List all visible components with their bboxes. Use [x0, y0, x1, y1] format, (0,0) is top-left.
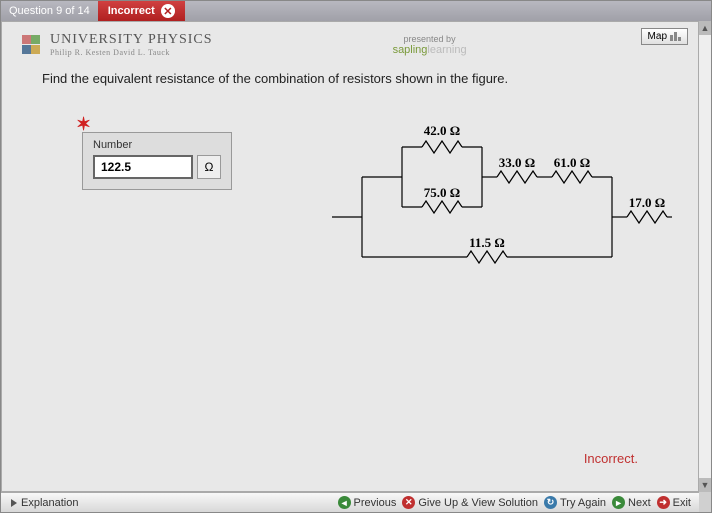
r-17-label: 17.0 Ω — [629, 195, 665, 210]
scroll-up-icon[interactable]: ▲ — [699, 21, 711, 35]
answer-input[interactable] — [93, 155, 193, 179]
next-button[interactable]: ► Next — [612, 496, 651, 509]
question-counter: Question 9 of 14 — [1, 5, 98, 17]
triangle-icon — [11, 499, 17, 507]
tryagain-label: Try Again — [560, 497, 606, 509]
tryagain-button[interactable]: ↻ Try Again — [544, 496, 606, 509]
giveup-label: Give Up & View Solution — [418, 497, 538, 509]
explanation-label: Explanation — [21, 497, 79, 509]
unit-label: Ω — [197, 155, 221, 179]
next-icon: ► — [612, 496, 625, 509]
giveup-button[interactable]: ✕ Give Up & View Solution — [402, 496, 538, 509]
number-input-box: Number Ω — [82, 132, 232, 190]
title-block: UNIVERSITY PHYSICS Philip R. Kesten Davi… — [50, 32, 213, 57]
exit-icon: ➜ — [657, 496, 670, 509]
incorrect-x-icon: ✕ — [161, 4, 175, 18]
exit-label: Exit — [673, 497, 691, 509]
circuit-diagram: 42.0 Ω 33.0 Ω 61.0 Ω 75.0 Ω 11.5 Ω 17.0 … — [332, 117, 672, 297]
map-label: Map — [648, 31, 667, 42]
content-area: Map UNIVERSITY PHYSICS Philip R. Kesten … — [1, 21, 699, 492]
prev-icon: ◄ — [338, 496, 351, 509]
previous-button[interactable]: ◄ Previous — [338, 496, 397, 509]
status-label: Incorrect — [108, 5, 155, 17]
top-bar: Question 9 of 14 Incorrect ✕ — [1, 1, 711, 21]
nav-buttons: ◄ Previous ✕ Give Up & View Solution ↻ T… — [338, 496, 699, 509]
textbook-header: UNIVERSITY PHYSICS Philip R. Kesten Davi… — [2, 22, 698, 63]
exit-button[interactable]: ➜ Exit — [657, 496, 691, 509]
brand-learning: learning — [427, 44, 466, 56]
question-text: Find the equivalent resistance of the co… — [2, 63, 698, 94]
book-title: UNIVERSITY PHYSICS — [50, 32, 213, 48]
r-33-label: 33.0 Ω — [499, 155, 535, 170]
answer-box: ✶ Number Ω — [82, 132, 232, 190]
presented-by: presented by saplinglearning — [393, 34, 467, 56]
scroll-track[interactable] — [699, 35, 711, 478]
tryagain-icon: ↻ — [544, 496, 557, 509]
book-authors: Philip R. Kesten David L. Tauck — [50, 48, 213, 57]
scroll-down-icon[interactable]: ▼ — [699, 478, 711, 492]
presented-label: presented by — [393, 34, 467, 44]
explanation-toggle[interactable]: Explanation — [1, 497, 89, 509]
wrong-mark-icon: ✶ — [76, 114, 91, 135]
number-label: Number — [93, 139, 221, 151]
prev-label: Previous — [354, 497, 397, 509]
scrollbar[interactable]: ▲ ▼ — [699, 21, 711, 492]
r-42-label: 42.0 Ω — [424, 123, 460, 138]
giveup-icon: ✕ — [402, 496, 415, 509]
r-61-label: 61.0 Ω — [554, 155, 590, 170]
brand-sapling: sapling — [393, 44, 428, 56]
next-label: Next — [628, 497, 651, 509]
bars-icon — [670, 32, 681, 41]
bottom-bar: Explanation ◄ Previous ✕ Give Up & View … — [1, 492, 699, 512]
feedback-text: Incorrect. — [584, 451, 638, 466]
app-window: Question 9 of 14 Incorrect ✕ Map UNIVERS… — [0, 0, 712, 513]
r-11-label: 11.5 Ω — [469, 235, 505, 250]
map-button[interactable]: Map — [641, 28, 688, 45]
logo-icon — [22, 35, 42, 55]
r-75-label: 75.0 Ω — [424, 185, 460, 200]
status-tab: Incorrect ✕ — [98, 1, 185, 21]
